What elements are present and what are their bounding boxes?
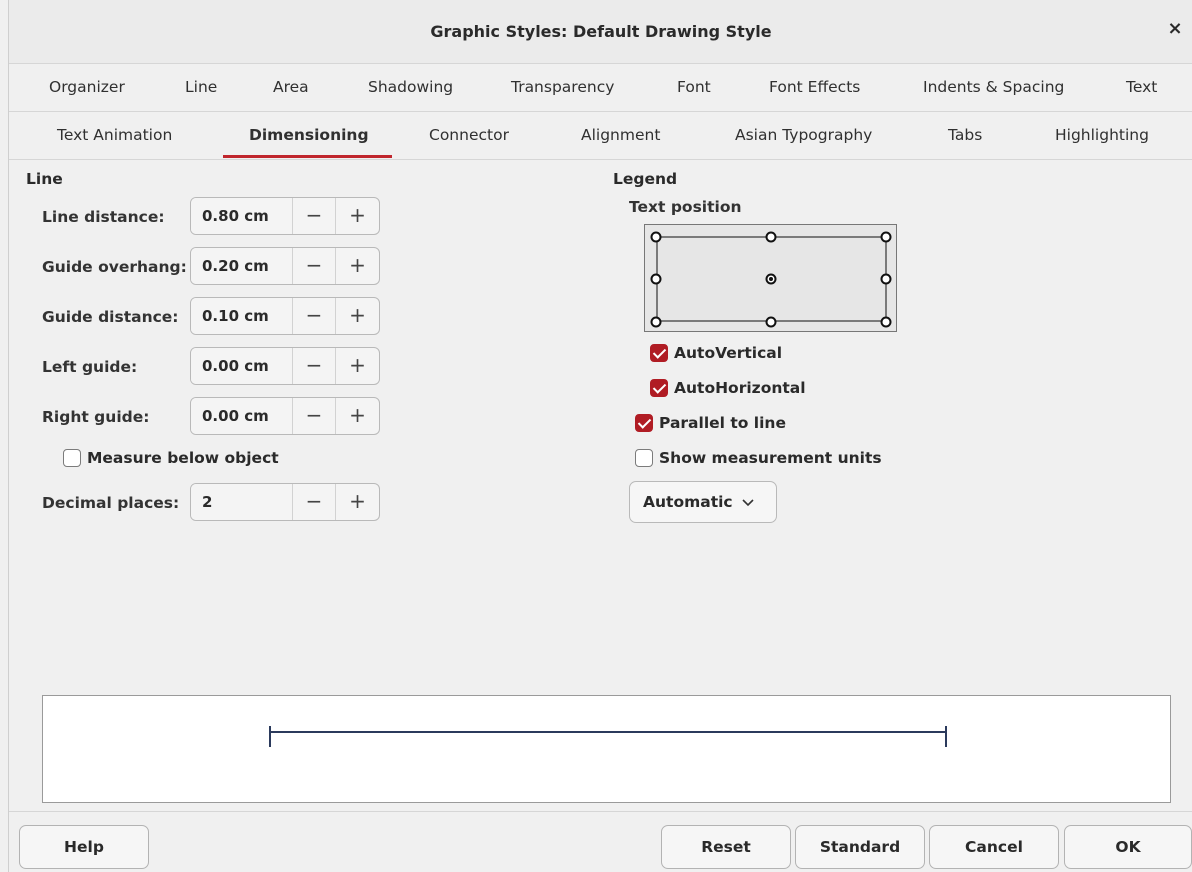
tab-font-effects[interactable]: Font Effects (769, 64, 860, 110)
chevron-down-icon (742, 499, 754, 507)
right-guide-label: Right guide: (42, 408, 150, 426)
show-units-label: Show measurement units (659, 449, 882, 467)
right-guide-value[interactable]: 0.00 cm (191, 398, 293, 434)
measure-below-label: Measure below object (87, 449, 279, 467)
plus-icon[interactable]: + (336, 484, 379, 520)
tab-highlighting[interactable]: Highlighting (1055, 112, 1149, 158)
checkbox-unchecked-icon[interactable] (635, 449, 653, 467)
dimension-preview (42, 695, 1171, 803)
plus-icon[interactable]: + (336, 248, 379, 284)
dimension-line-preview (269, 726, 947, 747)
text-position-label: Text position (629, 198, 742, 216)
tab-text-animation[interactable]: Text Animation (57, 112, 172, 158)
tab-area[interactable]: Area (273, 64, 309, 110)
title-bar: Graphic Styles: Default Drawing Style × (9, 0, 1192, 64)
tab-row-1: Organizer Line Area Shadowing Transparen… (9, 64, 1192, 112)
minus-icon[interactable]: − (293, 484, 336, 520)
guide-distance-value[interactable]: 0.10 cm (191, 298, 293, 334)
minus-icon[interactable]: − (293, 298, 336, 334)
footer-separator (9, 811, 1192, 812)
parallel-to-line-checkbox[interactable]: Parallel to line (635, 414, 786, 432)
minus-icon[interactable]: − (293, 398, 336, 434)
dialog-title: Graphic Styles: Default Drawing Style (430, 22, 772, 41)
left-guide-label: Left guide: (42, 358, 138, 376)
minus-icon[interactable]: − (293, 348, 336, 384)
position-bottom-left-radio[interactable] (650, 316, 662, 328)
line-distance-spinbox: 0.80 cm − + (190, 197, 380, 235)
checkbox-checked-icon[interactable] (650, 344, 668, 362)
guide-distance-label: Guide distance: (42, 308, 179, 326)
checkbox-unchecked-icon[interactable] (63, 449, 81, 467)
dialog-window: Graphic Styles: Default Drawing Style × … (8, 0, 1192, 872)
plus-icon[interactable]: + (336, 398, 379, 434)
tab-indents-spacing[interactable]: Indents & Spacing (923, 64, 1064, 110)
tab-asian-typography[interactable]: Asian Typography (735, 112, 872, 158)
text-position-selector[interactable] (644, 224, 897, 332)
left-guide-value[interactable]: 0.00 cm (191, 348, 293, 384)
decimal-places-spinbox: 2 − + (190, 483, 380, 521)
position-top-left-radio[interactable] (650, 231, 662, 243)
tab-transparency[interactable]: Transparency (511, 64, 614, 110)
line-section-title: Line (26, 170, 63, 188)
auto-horizontal-label: AutoHorizontal (674, 379, 806, 397)
decimal-places-value[interactable]: 2 (191, 484, 293, 520)
auto-vertical-checkbox[interactable]: AutoVertical (650, 344, 782, 362)
parallel-to-line-label: Parallel to line (659, 414, 786, 432)
line-distance-label: Line distance: (42, 208, 165, 226)
checkbox-checked-icon[interactable] (635, 414, 653, 432)
decimal-places-label: Decimal places: (42, 494, 180, 512)
active-tab-indicator (223, 155, 392, 158)
tab-tabs[interactable]: Tabs (948, 112, 982, 158)
cancel-button[interactable]: Cancel (929, 825, 1059, 869)
guide-distance-spinbox: 0.10 cm − + (190, 297, 380, 335)
reset-button[interactable]: Reset (661, 825, 791, 869)
right-guide-spinbox: 0.00 cm − + (190, 397, 380, 435)
tab-font[interactable]: Font (677, 64, 711, 110)
checkbox-checked-icon[interactable] (650, 379, 668, 397)
text-position-grid[interactable] (645, 225, 898, 333)
measurement-unit-dropdown[interactable]: Automatic (629, 481, 777, 523)
close-icon[interactable]: × (1165, 19, 1185, 39)
tab-dimensioning[interactable]: Dimensioning (249, 112, 369, 158)
standard-button[interactable]: Standard (795, 825, 925, 869)
tab-line[interactable]: Line (185, 64, 217, 110)
plus-icon[interactable]: + (336, 298, 379, 334)
tab-row-2: Text Animation Dimensioning Connector Al… (9, 112, 1192, 160)
position-top-right-radio[interactable] (880, 231, 892, 243)
plus-icon[interactable]: + (336, 198, 379, 234)
guide-overhang-label: Guide overhang: (42, 258, 187, 276)
plus-icon[interactable]: + (336, 348, 379, 384)
legend-section-title: Legend (613, 170, 678, 188)
position-bottom-right-radio[interactable] (880, 316, 892, 328)
position-middle-left-radio[interactable] (650, 273, 662, 285)
auto-horizontal-checkbox[interactable]: AutoHorizontal (650, 379, 806, 397)
minus-icon[interactable]: − (293, 198, 336, 234)
guide-overhang-value[interactable]: 0.20 cm (191, 248, 293, 284)
tab-connector[interactable]: Connector (429, 112, 509, 158)
dropdown-value: Automatic (643, 493, 733, 511)
ok-button[interactable]: OK (1064, 825, 1192, 869)
tab-organizer[interactable]: Organizer (49, 64, 125, 110)
selected-dot-icon (769, 277, 773, 281)
help-button[interactable]: Help (19, 825, 149, 869)
tab-shadowing[interactable]: Shadowing (368, 64, 453, 110)
tab-text[interactable]: Text (1126, 64, 1157, 110)
measure-below-checkbox[interactable]: Measure below object (63, 449, 279, 467)
position-middle-right-radio[interactable] (880, 273, 892, 285)
position-bottom-center-radio[interactable] (765, 316, 777, 328)
left-guide-spinbox: 0.00 cm − + (190, 347, 380, 385)
position-top-center-radio[interactable] (765, 231, 777, 243)
tab-alignment[interactable]: Alignment (581, 112, 660, 158)
guide-overhang-spinbox: 0.20 cm − + (190, 247, 380, 285)
line-distance-value[interactable]: 0.80 cm (191, 198, 293, 234)
auto-vertical-label: AutoVertical (674, 344, 783, 362)
minus-icon[interactable]: − (293, 248, 336, 284)
show-units-checkbox[interactable]: Show measurement units (635, 449, 882, 467)
